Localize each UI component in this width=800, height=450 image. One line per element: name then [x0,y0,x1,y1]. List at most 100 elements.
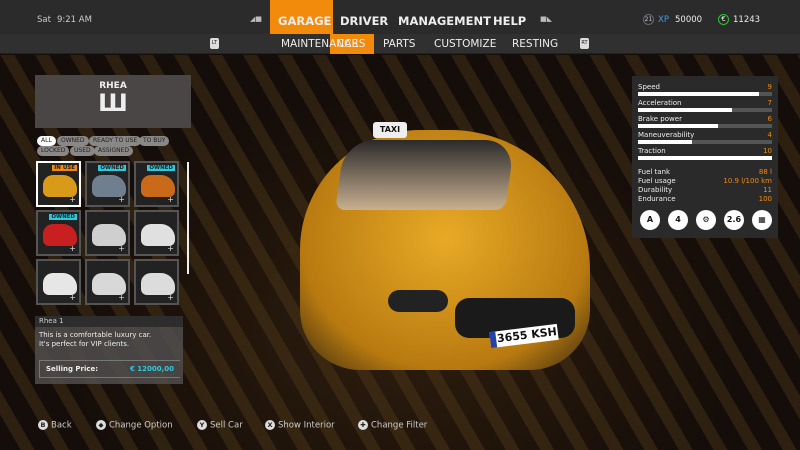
stat-bar [638,124,772,128]
stat-label: Maneuverability [638,131,695,139]
car-thumbnail [92,175,126,197]
hint-change-option[interactable]: ◆ Change Option [96,420,173,431]
spec-value: 88 l [758,168,772,176]
car-tile[interactable]: + [134,259,179,305]
stat-bar-fill [638,108,732,112]
car-thumbnail [141,273,175,295]
xp-value: 50000 [675,15,703,25]
stat-bar [638,108,772,112]
hint-change-filter[interactable]: ✚ Change Filter [358,420,427,431]
plus-icon: + [118,293,125,302]
stat-value: 9 [767,83,772,91]
lt-trigger-icon[interactable]: LT [210,38,219,49]
grid-scrollbar[interactable] [187,162,189,274]
filter-to-buy[interactable]: TO BUY [139,136,170,146]
stat-label: Speed [638,83,660,91]
hint-label: Show Interior [278,420,335,431]
plus-icon: + [167,244,174,253]
filter-locked[interactable]: LOCKED [37,146,70,156]
windshield [335,140,515,210]
auto-transmission-icon: A [640,210,660,230]
plus-icon: + [118,244,125,253]
car-thumbnail [141,224,175,246]
stat-value: 6 [767,115,772,123]
stat-bar [638,156,772,160]
spec-label: Fuel usage [638,177,676,185]
brand-logo-icon: Ш [98,89,128,117]
car-tile[interactable]: + [134,210,179,256]
car-tile[interactable]: + [85,210,130,256]
hint-label: Back [51,420,72,431]
plus-icon: + [167,293,174,302]
spec-label: Endurance [638,195,676,203]
chassis-icon: ▦ [752,210,772,230]
stat-label: Brake power [638,115,682,123]
status-badge: IN USE [52,165,77,171]
stat-value: 10 [763,147,772,155]
filter-owned[interactable]: OWNED [57,136,89,146]
tab-garage[interactable]: GARAGE [278,14,331,28]
clock: 9:21 AM [57,15,92,25]
spec-value: 10.9 l/100 km [723,177,772,185]
hint-label: Change Option [109,420,173,431]
controller-button-icon: ✚ [358,420,368,430]
price-value: € 12000,00 [129,365,174,373]
car-thumbnail [141,175,175,197]
stat-bar [638,92,772,96]
car-thumbnail [43,224,77,246]
plus-icon: + [69,195,76,204]
money-value: 11243 [733,15,761,25]
stat-label: Acceleration [638,99,682,107]
car-tile[interactable]: OWNED + [36,210,81,256]
plus-icon: + [69,293,76,302]
stat-bar-fill [638,92,759,96]
hint-show-interior[interactable]: X Show Interior [265,420,335,431]
hint-label: Change Filter [371,420,428,431]
day: Sat [37,15,51,25]
filter-all[interactable]: ALL [37,136,56,146]
tab-help[interactable]: HELP [493,14,526,28]
tab-customize[interactable]: CUSTOMIZE [434,38,496,50]
controller-button-icon: Y [197,420,207,430]
filter-used[interactable]: USED [70,146,95,156]
seats-icon: 4 [668,210,688,230]
controller-button-icon: X [265,420,275,430]
stat-value: 4 [767,131,772,139]
price-label: Selling Price: [46,365,99,373]
rb-bumper-icon[interactable]: ■◣ [540,15,552,23]
rt-trigger-icon[interactable]: RT [580,38,589,49]
xp-label: XP [658,15,669,25]
brand-logo-panel: RHEA Ш [35,75,191,128]
tab-parts[interactable]: PARTS [383,38,415,50]
level-badge: 21 [643,14,654,25]
car-stats-panel: Speed 9 Acceleration 7 Brake power 6 Maneuvera… [632,76,778,238]
tab-resting[interactable]: RESTING [512,38,558,50]
status-badge: OWNED [49,214,77,220]
plus-icon: + [167,195,174,204]
filter-ready-to-use[interactable]: READY TO USE [89,136,142,146]
car-tile[interactable]: OWNED + [134,161,179,207]
hint-back[interactable]: B Back [38,420,72,431]
car-thumbnail [43,273,77,295]
hint-sell-car[interactable]: Y Sell Car [197,420,243,431]
car-thumbnail [43,175,77,197]
top-bar: Sat 9:21 AM ◢■ GARAGE DRIVER MANAGEMENT … [0,0,800,34]
car-tile[interactable]: OWNED + [85,161,130,207]
stat-bar [638,140,772,144]
tab-cars[interactable]: CARS [337,38,365,50]
car-name: Rhea 1 [35,316,183,327]
car-tile[interactable]: + [85,259,130,305]
car-details-panel: Rhea 1 This is a comfortable luxury car.… [35,316,183,384]
spec-label: Fuel tank [638,168,671,176]
lb-bumper-icon[interactable]: ◢■ [250,15,262,23]
car-tile[interactable]: + [36,259,81,305]
filter-assigned[interactable]: ASSIGNED [94,146,134,156]
tab-driver[interactable]: DRIVER [340,14,388,28]
taxi-sign: TAXI [373,122,407,138]
car-tile[interactable]: IN USE + [36,161,81,207]
stat-label: Traction [638,147,666,155]
hint-label: Sell Car [210,420,243,431]
tab-management[interactable]: MANAGEMENT [398,14,491,28]
euro-icon: € [718,14,729,25]
headlight-left [388,290,448,312]
